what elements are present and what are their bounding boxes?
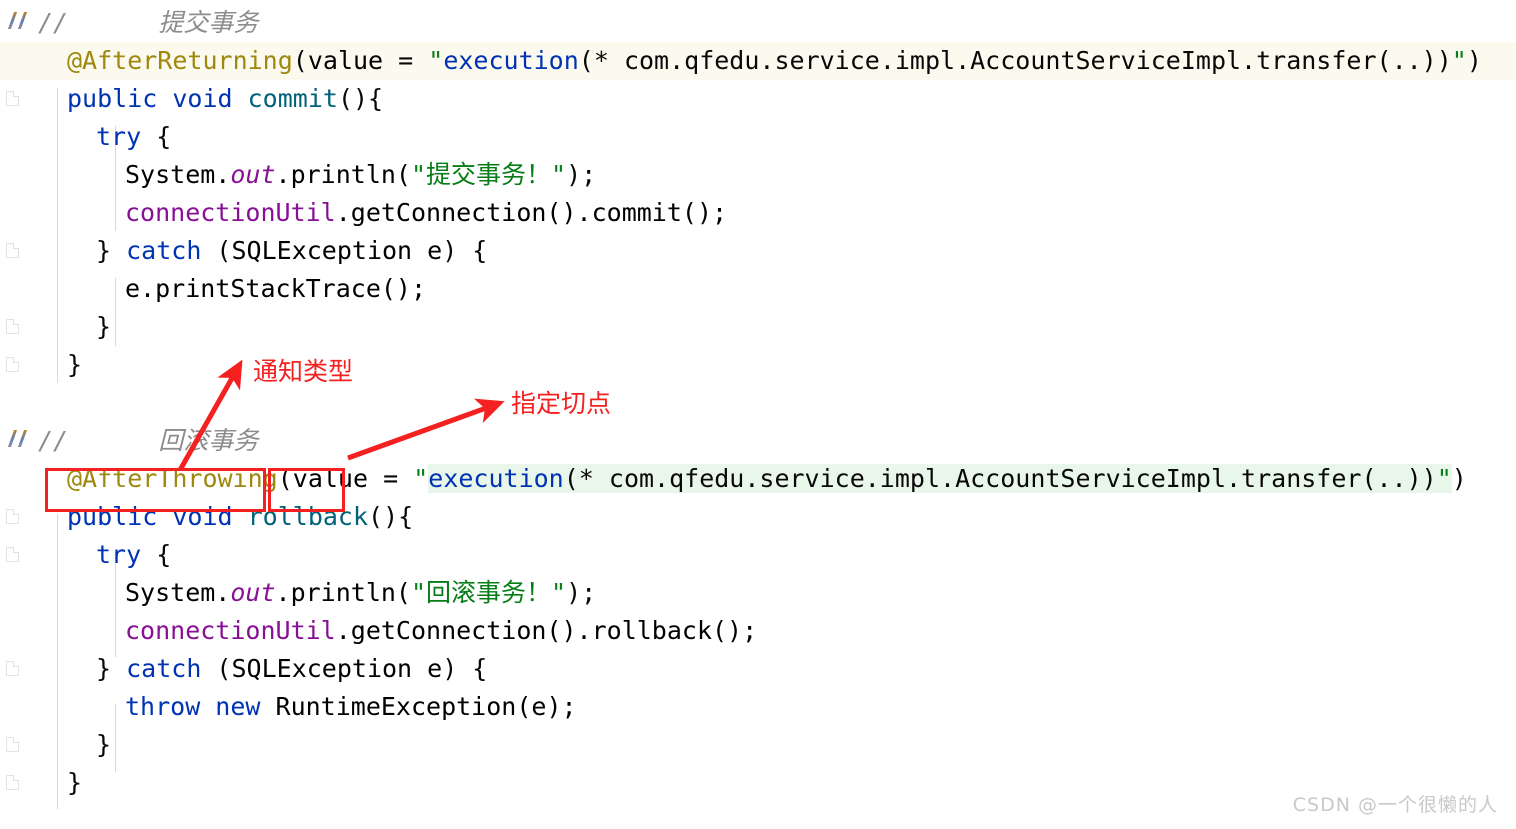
code-line[interactable]: try { xyxy=(0,118,1516,156)
code-token: // 回滚事务 xyxy=(38,426,259,455)
code-token: RuntimeException(e); xyxy=(275,692,577,721)
code-token: ( xyxy=(201,236,232,265)
code-token: "提交事务！" xyxy=(410,160,567,189)
code-line[interactable]: connectionUtil.getConnection().commit(); xyxy=(0,194,1516,232)
code-token: } xyxy=(96,730,112,759)
code-token: = xyxy=(398,46,429,75)
code-token: ) { xyxy=(442,236,488,265)
code-token: (* com.qfedu.service.impl.AccountService… xyxy=(578,46,1452,75)
code-lines[interactable]: // 提交事务 @AfterReturning(value = "executio… xyxy=(0,0,1516,829)
code-token: ( xyxy=(292,46,308,75)
code-token: ) xyxy=(1451,464,1467,493)
code-line[interactable]: throw new RuntimeException(e); xyxy=(0,688,1516,726)
code-token: throw new xyxy=(125,692,276,721)
code-token: ); xyxy=(566,578,597,607)
code-line[interactable]: e.printStackTrace(); xyxy=(0,270,1516,308)
code-line[interactable]: @AfterReturning(value = "execution(* com… xyxy=(0,42,1516,80)
code-token: SQLException e xyxy=(231,654,443,683)
code-line[interactable]: } xyxy=(0,346,1516,384)
code-token: "回滚事务！" xyxy=(410,578,567,607)
code-token: } xyxy=(67,350,83,379)
code-token: e.printStackTrace(); xyxy=(125,274,427,303)
code-token: SQLException e xyxy=(231,236,443,265)
code-token: public void xyxy=(67,502,248,531)
code-token: ) { xyxy=(442,654,488,683)
code-token: try xyxy=(96,540,142,569)
code-token: catch xyxy=(126,236,202,265)
code-line[interactable]: public void rollback(){ xyxy=(0,498,1516,536)
code-token: } xyxy=(67,768,83,797)
csdn-watermark: CSDN @一个很懒的人 xyxy=(1292,794,1498,816)
code-token: ) xyxy=(1466,46,1482,75)
code-token: connectionUtil xyxy=(125,616,336,645)
code-token: execution xyxy=(428,464,564,493)
code-token: ( xyxy=(277,464,293,493)
code-token: .println( xyxy=(275,160,411,189)
code-token: @AfterReturning xyxy=(67,46,293,75)
code-token: value xyxy=(292,464,384,493)
code-token: public void xyxy=(67,84,248,113)
code-token: out xyxy=(230,160,276,189)
code-token: " xyxy=(1451,46,1467,75)
code-line[interactable]: } xyxy=(0,764,1516,802)
code-token: execution xyxy=(443,46,579,75)
code-editor[interactable]: // 提交事务 @AfterReturning(value = "executio… xyxy=(0,0,1516,829)
code-line[interactable]: @AfterThrowing(value = "execution(* com.… xyxy=(0,460,1516,498)
code-token: { xyxy=(141,540,172,569)
code-line[interactable]: System.out.println("回滚事务！"); xyxy=(0,574,1516,612)
code-token: rollback xyxy=(247,502,369,531)
code-token: = xyxy=(383,464,414,493)
code-line[interactable]: } catch (SQLException e) { xyxy=(0,650,1516,688)
code-token: .println( xyxy=(275,578,411,607)
code-line[interactable]: public void commit(){ xyxy=(0,80,1516,118)
code-token: " xyxy=(413,464,429,493)
code-line[interactable]: } xyxy=(0,726,1516,764)
code-token: } xyxy=(96,312,112,341)
code-line[interactable]: // 提交事务 xyxy=(0,4,1516,42)
code-token: .getConnection().commit(); xyxy=(335,198,728,227)
code-token: @AfterThrowing xyxy=(67,464,278,493)
code-token: value xyxy=(307,46,399,75)
code-token: ); xyxy=(566,160,597,189)
code-token: connectionUtil xyxy=(125,198,336,227)
code-token: System. xyxy=(125,160,231,189)
code-token: // 提交事务 xyxy=(38,8,259,37)
code-token: .getConnection().rollback(); xyxy=(335,616,758,645)
code-token: " xyxy=(1436,464,1452,493)
code-token: { xyxy=(141,122,172,151)
code-token: " xyxy=(428,46,444,75)
code-token: commit xyxy=(247,84,338,113)
advice-type-label: 通知类型 xyxy=(253,357,354,386)
code-line[interactable]: try { xyxy=(0,536,1516,574)
code-token: (){ xyxy=(368,502,414,531)
code-token: catch xyxy=(126,654,202,683)
code-token: try xyxy=(96,122,142,151)
code-line[interactable]: // 回滚事务 xyxy=(0,422,1516,460)
code-token: (){ xyxy=(337,84,384,113)
code-line[interactable]: } xyxy=(0,308,1516,346)
code-token: out xyxy=(230,578,276,607)
code-token: System. xyxy=(125,578,231,607)
code-token: ( xyxy=(201,654,232,683)
code-line[interactable] xyxy=(0,384,1516,422)
pointcut-label: 指定切点 xyxy=(511,389,612,418)
code-line[interactable]: connectionUtil.getConnection().rollback(… xyxy=(0,612,1516,650)
code-line[interactable]: } catch (SQLException e) { xyxy=(0,232,1516,270)
code-token: (* com.qfedu.service.impl.AccountService… xyxy=(563,464,1437,493)
code-token: } xyxy=(96,654,127,683)
code-token: } xyxy=(96,236,127,265)
code-line[interactable]: System.out.println("提交事务！"); xyxy=(0,156,1516,194)
